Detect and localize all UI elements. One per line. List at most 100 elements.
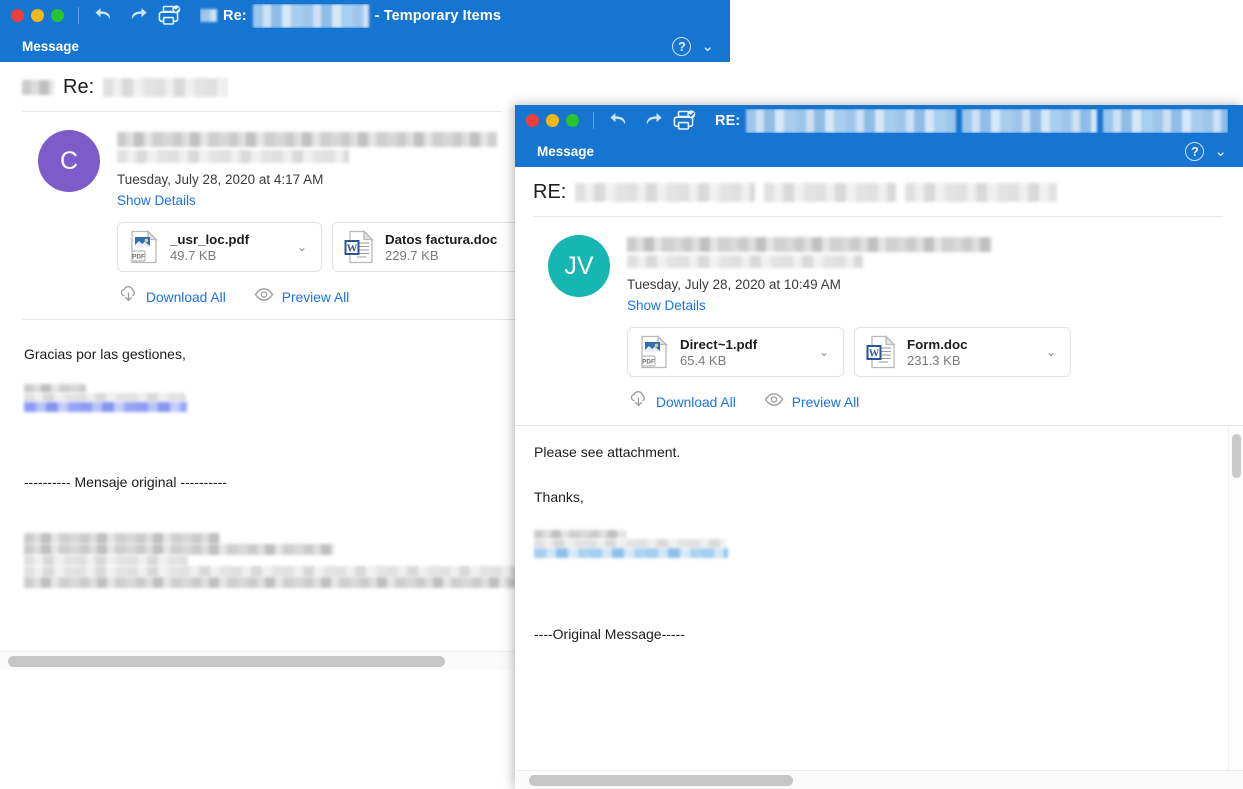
zoom-button[interactable] — [51, 9, 64, 22]
eye-icon — [254, 287, 274, 307]
scrollbar-thumb[interactable] — [8, 656, 445, 667]
redacted-signature — [534, 530, 1243, 558]
minimize-button[interactable] — [546, 114, 559, 127]
preview-all-button[interactable]: Preview All — [254, 287, 349, 307]
svg-text:PDF: PDF — [642, 359, 655, 366]
svg-text:W: W — [869, 348, 880, 359]
window2-title-prefix: RE: — [715, 112, 741, 129]
window2-menubar: Message ? ⌄ — [515, 136, 1243, 167]
attachment-item[interactable]: PDF _usr_loc.pdf 49.7 KB ⌄ — [117, 222, 322, 272]
pdf-file-icon: PDF — [639, 334, 669, 369]
window2-subject-row: RE: — [515, 167, 1243, 216]
attachment-item[interactable]: PDF Direct~1.pdf 65.4 KB ⌄ — [627, 327, 844, 377]
attachment-name: Datos factura.doc — [385, 231, 498, 247]
print-icon[interactable] — [672, 110, 698, 132]
window1-subject-row: Re: — [0, 62, 730, 111]
chevron-down-icon[interactable]: ⌄ — [811, 345, 834, 359]
window2-message-header: JV Tuesday, July 28, 2020 at 10:49 AM Sh… — [515, 217, 1243, 413]
window1-horizontal-scrollbar[interactable] — [0, 651, 525, 670]
window1-title-prefix: Re: — [223, 7, 247, 24]
zoom-button[interactable] — [566, 114, 579, 127]
question-mark-icon[interactable]: ? — [1185, 142, 1205, 161]
undo-icon[interactable] — [606, 110, 632, 132]
window2-titlebar-controls: ? ⌄ — [1185, 136, 1227, 167]
attachment-size: 65.4 KB — [680, 352, 727, 368]
preview-all-button[interactable]: Preview All — [764, 392, 859, 412]
scrollbar-thumb[interactable] — [1232, 434, 1241, 478]
cloud-download-icon — [629, 391, 648, 413]
window1-title-suffix: - Temporary Items — [374, 7, 502, 24]
chevron-down-icon[interactable]: ⌄ — [289, 240, 312, 254]
scrollbar-thumb[interactable] — [529, 775, 793, 786]
message-date: Tuesday, July 28, 2020 at 10:49 AM — [627, 277, 841, 292]
toolbar-separator — [78, 7, 79, 24]
download-all-button[interactable]: Download All — [119, 286, 226, 308]
undo-icon[interactable] — [91, 5, 117, 27]
attachment-item[interactable]: W Form.doc 231.3 KB ⌄ — [854, 327, 1071, 377]
minimize-button[interactable] — [31, 9, 44, 22]
redacted-subject-part — [962, 108, 1098, 133]
redacted-subject-tag — [22, 80, 54, 95]
pdf-file-icon: PDF — [129, 229, 159, 264]
window1-toolbar-row: Re: - Temporary Items — [0, 0, 730, 31]
show-details-link[interactable]: Show Details — [117, 193, 196, 208]
avatar-initials: JV — [564, 251, 594, 280]
redacted-recipients — [627, 237, 1243, 268]
toolbar-separator — [593, 112, 594, 129]
redacted-subject-text — [764, 183, 897, 202]
redacted-subject — [252, 3, 369, 28]
window2-vertical-scrollbar[interactable] — [1228, 426, 1243, 789]
redo-icon[interactable] — [639, 110, 665, 132]
body-line-1: Please see attachment. — [534, 444, 681, 460]
window2-attachments: PDF Direct~1.pdf 65.4 KB ⌄ W Form.doc 23… — [627, 327, 1243, 377]
preview-all-label: Preview All — [791, 394, 860, 410]
chevron-down-icon[interactable]: ⌄ — [701, 39, 714, 54]
screenshot-root: Re: - Temporary Items Message ? ⌄ Re: C — [0, 0, 1243, 789]
word-file-icon: W — [866, 334, 896, 369]
print-icon[interactable] — [157, 5, 183, 27]
attachment-item[interactable]: W Datos factura.doc 229.7 KB — [332, 222, 520, 272]
redacted-subject-text — [575, 183, 756, 202]
redacted-subject-text — [905, 183, 1058, 202]
word-file-icon: W — [344, 229, 374, 264]
tab-message[interactable]: Message — [537, 144, 594, 159]
window2-traffic-lights — [526, 114, 579, 127]
window2-header-details: Tuesday, July 28, 2020 at 10:49 AM Show … — [627, 235, 1243, 413]
redacted-subject-part — [1103, 108, 1229, 133]
svg-text:W: W — [347, 243, 358, 254]
window2-message-body[interactable]: Please see attachment. Thanks, ----Origi… — [515, 426, 1243, 789]
redacted-subject-part — [746, 108, 957, 133]
download-all-button[interactable]: Download All — [629, 391, 736, 413]
window2-title: RE: — [715, 108, 1229, 133]
tab-message[interactable]: Message — [22, 39, 79, 54]
redacted-sender-tag — [200, 9, 217, 22]
window1-title: Re: - Temporary Items — [200, 3, 502, 28]
body-separator: ----Original Message----- — [534, 626, 685, 642]
show-details-link[interactable]: Show Details — [627, 298, 706, 313]
svg-text:PDF: PDF — [132, 254, 145, 261]
avatar: C — [38, 130, 100, 192]
window2-titlebar: RE: Message ? ⌄ — [515, 105, 1243, 167]
question-mark-icon[interactable]: ? — [672, 37, 692, 56]
window1-subject-prefix: Re: — [63, 76, 95, 98]
body-line-2: Thanks, — [534, 489, 584, 505]
window2-subject-prefix: RE: — [533, 181, 567, 203]
attachment-size: 231.3 KB — [907, 352, 961, 368]
window2-toolbar-row: RE: — [515, 105, 1243, 136]
avatar: JV — [548, 235, 610, 297]
attachment-name: Form.doc — [907, 336, 968, 352]
email-window-2: RE: Message ? ⌄ RE: JV Tuesday, July 28,… — [515, 105, 1243, 789]
chevron-down-icon[interactable]: ⌄ — [1038, 345, 1061, 359]
window2-horizontal-scrollbar[interactable] — [515, 770, 1243, 789]
avatar-initials: C — [59, 146, 79, 175]
close-button[interactable] — [526, 114, 539, 127]
redacted-subject-text — [103, 78, 228, 97]
close-button[interactable] — [11, 9, 24, 22]
redo-icon[interactable] — [124, 5, 150, 27]
window1-titlebar: Re: - Temporary Items Message ? ⌄ — [0, 0, 730, 62]
attachment-size: 49.7 KB — [170, 247, 217, 263]
chevron-down-icon[interactable]: ⌄ — [1214, 144, 1227, 159]
attachment-size: 229.7 KB — [385, 247, 439, 263]
window2-attachment-actions: Download All Preview All — [629, 391, 1243, 413]
window1-traffic-lights — [11, 9, 64, 22]
